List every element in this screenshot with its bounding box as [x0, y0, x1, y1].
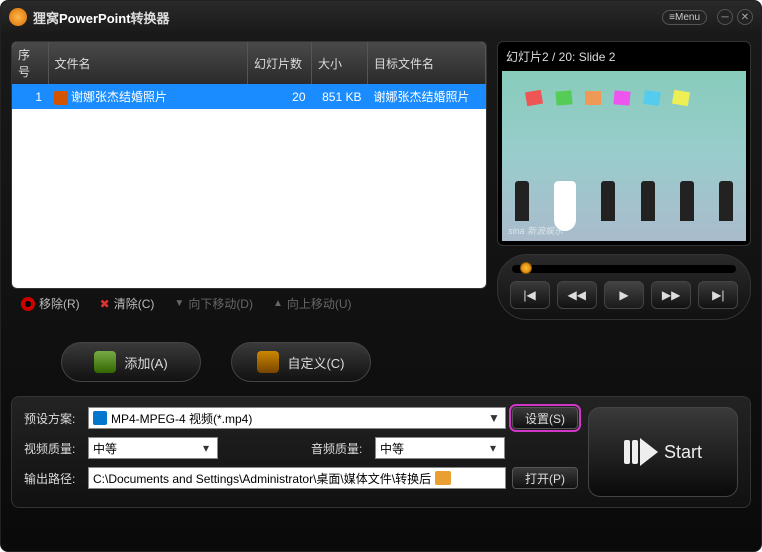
movedown-button[interactable]: ▼向下移动(D): [174, 295, 253, 312]
preset-label: 预设方案:: [24, 410, 82, 427]
settings-button[interactable]: 设置(S): [512, 407, 578, 429]
cell-index: 1: [12, 84, 48, 109]
chevron-down-icon: ▾: [486, 441, 500, 455]
audio-quality-value: 中等: [380, 440, 404, 457]
first-button[interactable]: |◀: [510, 281, 550, 309]
preset-value: MP4-MPEG-4 视频(*.mp4): [111, 410, 252, 427]
prev-button[interactable]: ◀◀: [557, 281, 597, 309]
up-arrow-icon: ▲: [273, 298, 283, 309]
chevron-down-icon: ▾: [199, 441, 213, 455]
video-quality-combo[interactable]: 中等 ▾: [88, 437, 218, 459]
play-button[interactable]: ▶: [604, 281, 644, 309]
ppt-icon: [54, 91, 68, 105]
video-quality-label: 视频质量:: [24, 440, 82, 457]
audio-quality-label: 音频质量:: [311, 440, 369, 457]
flags-decoration: [526, 91, 721, 111]
file-list-panel: 序号 文件名 幻灯片数 大小 目标文件名 1 谢娜张杰结婚照片 20 851 K…: [11, 41, 487, 289]
custom-icon: [257, 351, 279, 373]
audio-quality-combo[interactable]: 中等 ▾: [375, 437, 505, 459]
output-path-value: C:\Documents and Settings\Administrator\…: [93, 470, 431, 487]
seek-slider[interactable]: [512, 265, 736, 273]
add-icon: [94, 351, 116, 373]
file-toolbar: 移除(R) ✖清除(C) ▼向下移动(D) ▲向上移动(U): [11, 289, 487, 318]
file-table: 序号 文件名 幻灯片数 大小 目标文件名 1 谢娜张杰结婚照片 20 851 K…: [12, 42, 486, 109]
player-controls: |◀ ◀◀ ▶ ▶▶ ▶|: [497, 254, 751, 320]
start-label: Start: [664, 442, 702, 463]
col-slides[interactable]: 幻灯片数: [248, 42, 312, 84]
open-button[interactable]: 打开(P): [512, 467, 578, 489]
remove-icon: [21, 297, 35, 311]
start-icon: [624, 438, 658, 466]
video-quality-value: 中等: [93, 440, 117, 457]
last-button[interactable]: ▶|: [698, 281, 738, 309]
main-content: 序号 文件名 幻灯片数 大小 目标文件名 1 谢娜张杰结婚照片 20 851 K…: [1, 33, 761, 328]
right-panel: 幻灯片2 / 20: Slide 2 sina 新浪娱乐 |◀ ◀◀ ▶: [497, 41, 751, 320]
add-button[interactable]: 添加(A): [61, 342, 201, 382]
preview-watermark: sina 新浪娱乐: [508, 224, 563, 237]
preview-label: 幻灯片2 / 20: Slide 2: [502, 46, 746, 71]
table-row[interactable]: 1 谢娜张杰结婚照片 20 851 KB 谢娜张杰结婚照片: [12, 84, 486, 109]
custom-button[interactable]: 自定义(C): [231, 342, 371, 382]
chevron-down-icon: ▼: [487, 411, 501, 425]
minimize-button[interactable]: ─: [717, 9, 733, 25]
clear-icon: ✖: [100, 297, 110, 311]
titlebar[interactable]: 狸窝PowerPoint转换器 ≡Menu ─ ✕: [1, 1, 761, 33]
preset-combo[interactable]: MP4-MPEG-4 视频(*.mp4) ▼: [88, 407, 506, 429]
mid-buttons: 添加(A) 自定义(C): [1, 328, 761, 390]
col-filename[interactable]: 文件名: [48, 42, 248, 84]
left-panel: 序号 文件名 幻灯片数 大小 目标文件名 1 谢娜张杰结婚照片 20 851 K…: [11, 41, 487, 320]
preview-panel: 幻灯片2 / 20: Slide 2 sina 新浪娱乐: [497, 41, 751, 246]
app-title: 狸窝PowerPoint转换器: [33, 8, 662, 27]
down-arrow-icon: ▼: [174, 298, 184, 309]
output-path-label: 输出路径:: [24, 470, 82, 487]
next-button[interactable]: ▶▶: [651, 281, 691, 309]
app-window: 狸窝PowerPoint转换器 ≡Menu ─ ✕ 序号 文件名 幻灯片数 大小…: [0, 0, 762, 552]
title-prefix: 狸窝: [33, 11, 59, 26]
menu-button[interactable]: ≡Menu: [662, 10, 707, 25]
bottom-panel: 预设方案: MP4-MPEG-4 视频(*.mp4) ▼ 设置(S) 视频质量:…: [11, 396, 751, 508]
close-button[interactable]: ✕: [737, 9, 753, 25]
start-button[interactable]: Start: [588, 407, 738, 497]
output-path-field[interactable]: C:\Documents and Settings\Administrator\…: [88, 467, 506, 489]
cell-size: 851 KB: [312, 84, 368, 109]
cell-filename: 谢娜张杰结婚照片: [48, 84, 248, 109]
app-logo-icon: [9, 8, 27, 26]
remove-button[interactable]: 移除(R): [21, 295, 80, 312]
title-main: PowerPoint: [59, 11, 131, 26]
col-target[interactable]: 目标文件名: [368, 42, 486, 84]
col-size[interactable]: 大小: [312, 42, 368, 84]
preview-image: sina 新浪娱乐: [502, 71, 746, 241]
clear-button[interactable]: ✖清除(C): [100, 295, 155, 312]
settings-column: 预设方案: MP4-MPEG-4 视频(*.mp4) ▼ 设置(S) 视频质量:…: [24, 407, 578, 497]
folder-icon[interactable]: [435, 471, 451, 485]
cell-target: 谢娜张杰结婚照片: [368, 84, 486, 109]
moveup-button[interactable]: ▲向上移动(U): [273, 295, 352, 312]
slider-knob[interactable]: [520, 262, 532, 274]
col-index[interactable]: 序号: [12, 42, 48, 84]
format-icon: [93, 411, 107, 425]
title-suffix: 转换器: [131, 11, 170, 26]
cell-slides: 20: [248, 84, 312, 109]
